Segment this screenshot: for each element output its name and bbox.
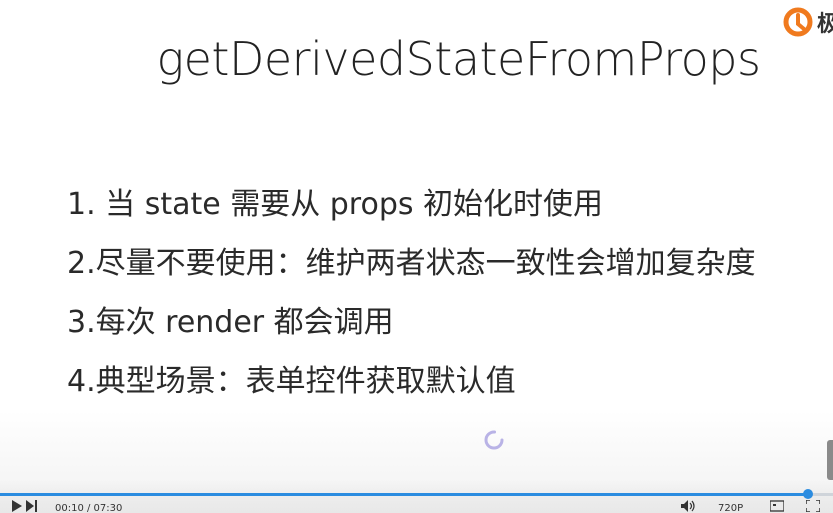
bullet-item: 4.典型场景：表单控件获取默认值 — [67, 364, 516, 399]
bullet-item: 1. 当 state 需要从 props 初始化时使用 — [67, 187, 604, 222]
logo-text: 极 — [816, 12, 833, 37]
logo-icon — [783, 7, 813, 37]
settings-icon — [770, 500, 784, 512]
progress-handle[interactable] — [803, 489, 813, 499]
progress-fill — [0, 493, 808, 496]
brand-logo: 极 — [783, 4, 833, 40]
quality-selector[interactable]: 720P — [718, 502, 743, 513]
loading-spinner-icon — [484, 430, 504, 450]
time-display: 00:10 / 07:30 — [55, 503, 123, 513]
play-icon — [12, 500, 22, 512]
volume-icon — [681, 500, 695, 512]
next-button[interactable] — [26, 500, 38, 513]
volume-button[interactable] — [681, 500, 697, 513]
fullscreen-icon — [806, 500, 820, 512]
control-bar: 00:10 / 07:30 720P — [0, 480, 833, 513]
slide: getDerivedStateFromProps 1. 当 state 需要从 … — [0, 0, 833, 513]
play-button[interactable] — [12, 500, 22, 513]
bullet-item: 2.尽量不要使用：维护两者状态一致性会增加复杂度 — [67, 246, 756, 281]
next-icon — [26, 500, 37, 512]
settings-button[interactable] — [770, 500, 784, 513]
side-panel-handle[interactable] — [827, 440, 833, 480]
video-player[interactable]: getDerivedStateFromProps 1. 当 state 需要从 … — [0, 0, 833, 513]
bullet-item: 3.每次 render 都会调用 — [67, 305, 394, 340]
slide-title: getDerivedStateFromProps — [156, 32, 761, 86]
bullet-list: 1. 当 state 需要从 props 初始化时使用 2.尽量不要使用：维护两… — [67, 183, 756, 419]
fullscreen-button[interactable] — [806, 500, 820, 513]
progress-bar[interactable] — [0, 489, 833, 499]
